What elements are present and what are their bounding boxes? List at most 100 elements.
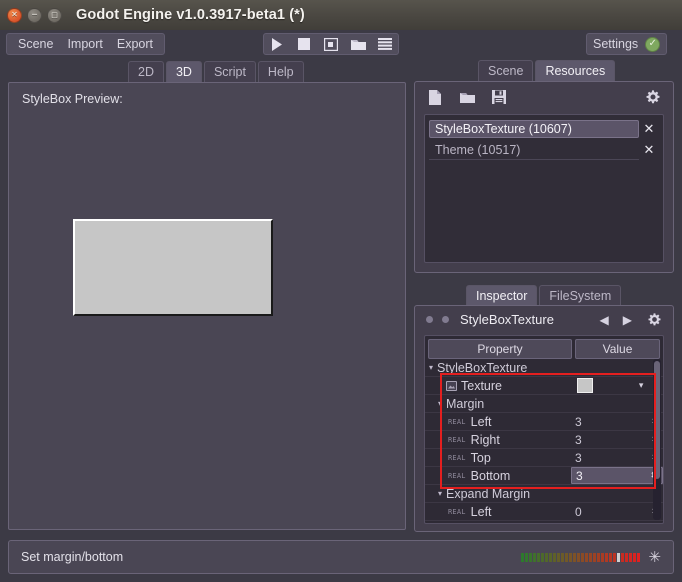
main-mode-tabs: 2D 3D Script Help: [128, 60, 306, 82]
forward-icon[interactable]: ▶: [623, 313, 632, 327]
list-icon[interactable]: [377, 37, 393, 52]
play-icon[interactable]: [269, 37, 285, 52]
gear-icon[interactable]: [645, 90, 661, 105]
property-value-cell: [571, 359, 663, 376]
scrollbar-thumb[interactable]: [654, 361, 660, 479]
property-value-cell[interactable]: 0 ⬍: [571, 503, 663, 520]
property-value: 0: [575, 523, 582, 524]
property-label: Right: [470, 432, 500, 447]
list-item[interactable]: Theme (10517) ✕: [429, 140, 659, 160]
property-name-cell: REAL Left: [429, 415, 571, 429]
close-icon[interactable]: ✕: [639, 143, 659, 158]
property-value-cell: [571, 395, 663, 412]
property-label: Top: [470, 450, 491, 465]
property-label: Expand Margin: [446, 486, 531, 501]
play-scene-icon[interactable]: [323, 37, 339, 52]
column-header-value[interactable]: Value: [575, 339, 660, 359]
property-name-cell: REAL Right: [429, 433, 571, 447]
property-name-cell: ▾ StyleBoxTexture: [429, 361, 571, 375]
tab-filesystem[interactable]: FileSystem: [539, 285, 622, 306]
playback-toolbar: [263, 33, 399, 55]
menu-item-export[interactable]: Export: [110, 35, 160, 53]
minimize-window-button[interactable]: ─: [27, 7, 42, 23]
property-label: Bottom: [470, 468, 511, 483]
stylebox-preview-label: StyleBox Preview:: [22, 92, 123, 106]
property-name-cell: ▾ Expand Margin: [429, 487, 571, 501]
stylebox-preview-viewport[interactable]: StyleBox Preview:: [8, 82, 406, 530]
tab-resources[interactable]: Resources: [535, 60, 616, 81]
resources-list[interactable]: StyleBoxTexture (10607) ✕ Theme (10517) …: [424, 114, 664, 263]
property-label: Left: [470, 414, 492, 429]
property-name-cell: REAL Right: [429, 523, 571, 524]
resources-panel: StyleBoxTexture (10607) ✕ Theme (10517) …: [414, 81, 674, 273]
column-header-property[interactable]: Property: [428, 339, 572, 359]
vertical-scrollbar[interactable]: [653, 359, 661, 520]
stop-icon[interactable]: [296, 37, 312, 52]
chevron-down-icon[interactable]: ▾: [438, 399, 442, 408]
table-row[interactable]: REAL Left 3 ⬍: [425, 413, 663, 431]
new-file-icon[interactable]: [427, 89, 443, 105]
property-name-cell: ▾ Margin: [429, 397, 571, 411]
check-icon: ✓: [645, 36, 661, 52]
property-name-cell: REAL Bottom: [429, 469, 571, 483]
texture-swatch[interactable]: [577, 378, 593, 393]
resources-toolbar: [415, 82, 673, 112]
property-value-cell[interactable]: 3 ⬍: [571, 449, 663, 466]
burst-icon[interactable]: ✳: [648, 549, 661, 565]
property-value-cell[interactable]: 3 ⬍: [571, 431, 663, 448]
inspector-object-title: StyleBoxTexture: [460, 312, 554, 327]
stylebox-preview-swatch: [73, 219, 273, 316]
table-row[interactable]: Texture ▾ ❯: [425, 377, 663, 395]
open-folder-icon[interactable]: [459, 90, 475, 105]
window-titlebar: ✕ ─ □ Godot Engine v1.0.3917-beta1 (*): [0, 0, 682, 30]
tab-help[interactable]: Help: [257, 61, 304, 82]
resource-name: Theme (10517): [429, 141, 639, 160]
close-icon[interactable]: ✕: [639, 122, 659, 137]
table-row[interactable]: REAL Right 0 ⬍: [425, 521, 663, 524]
table-row[interactable]: REAL Left 0 ⬍: [425, 503, 663, 521]
property-value-cell[interactable]: 3 ⬍: [571, 413, 663, 430]
property-name-cell: REAL Top: [429, 451, 571, 465]
table-row[interactable]: REAL Top 3 ⬍: [425, 449, 663, 467]
maximize-window-button[interactable]: □: [47, 7, 62, 23]
property-label: StyleBoxTexture: [437, 360, 528, 375]
property-name-cell: Texture: [429, 379, 571, 393]
table-row[interactable]: REAL Right 3 ⬍: [425, 431, 663, 449]
tab-2d[interactable]: 2D: [128, 61, 164, 82]
save-icon[interactable]: [491, 90, 507, 105]
table-row[interactable]: ▾ Expand Margin: [425, 485, 663, 503]
tab-scene[interactable]: Scene: [478, 60, 534, 81]
type-tag: REAL: [448, 435, 466, 444]
property-value-cell[interactable]: 0 ⬍: [571, 521, 663, 524]
chevron-down-icon[interactable]: ▾: [639, 381, 644, 391]
table-row[interactable]: REAL Bottom 3 ⬍: [425, 467, 663, 485]
menu-item-scene[interactable]: Scene: [11, 35, 60, 53]
property-value-cell-active[interactable]: 3 ⬍: [571, 467, 663, 484]
menu-item-import[interactable]: Import: [60, 35, 109, 53]
gear-icon[interactable]: [646, 312, 662, 327]
open-folder-icon[interactable]: [350, 37, 366, 52]
tab-3d[interactable]: 3D: [165, 61, 202, 82]
settings-button[interactable]: Settings ✓: [586, 33, 668, 55]
close-window-button[interactable]: ✕: [7, 7, 22, 23]
table-row[interactable]: ▾ StyleBoxTexture: [425, 359, 663, 377]
list-item[interactable]: StyleBoxTexture (10607) ✕: [429, 119, 659, 139]
chevron-down-icon[interactable]: ▾: [429, 363, 433, 372]
table-row[interactable]: ▾ Margin: [425, 395, 663, 413]
inspector-nav: ◀ ▶: [600, 312, 662, 327]
status-dot-icon: [442, 316, 449, 323]
property-label: Left: [470, 504, 492, 519]
chevron-down-icon[interactable]: ▾: [438, 489, 442, 498]
property-value-cell[interactable]: ▾ ❯: [571, 377, 663, 394]
property-table[interactable]: Property Value ▾ StyleBoxTexture Texture…: [424, 335, 664, 524]
property-label: Texture: [461, 378, 502, 393]
maximize-icon: □: [51, 10, 58, 19]
tab-script[interactable]: Script: [203, 61, 256, 82]
inspector-panel: StyleBoxTexture ◀ ▶ Property Value ▾ Sty…: [414, 305, 674, 532]
tab-inspector[interactable]: Inspector: [466, 285, 538, 306]
status-bar-right: ✳: [521, 549, 661, 565]
close-icon: ✕: [11, 10, 18, 19]
minimize-icon: ─: [32, 10, 37, 19]
type-tag: REAL: [448, 507, 466, 516]
back-icon[interactable]: ◀: [600, 313, 609, 327]
